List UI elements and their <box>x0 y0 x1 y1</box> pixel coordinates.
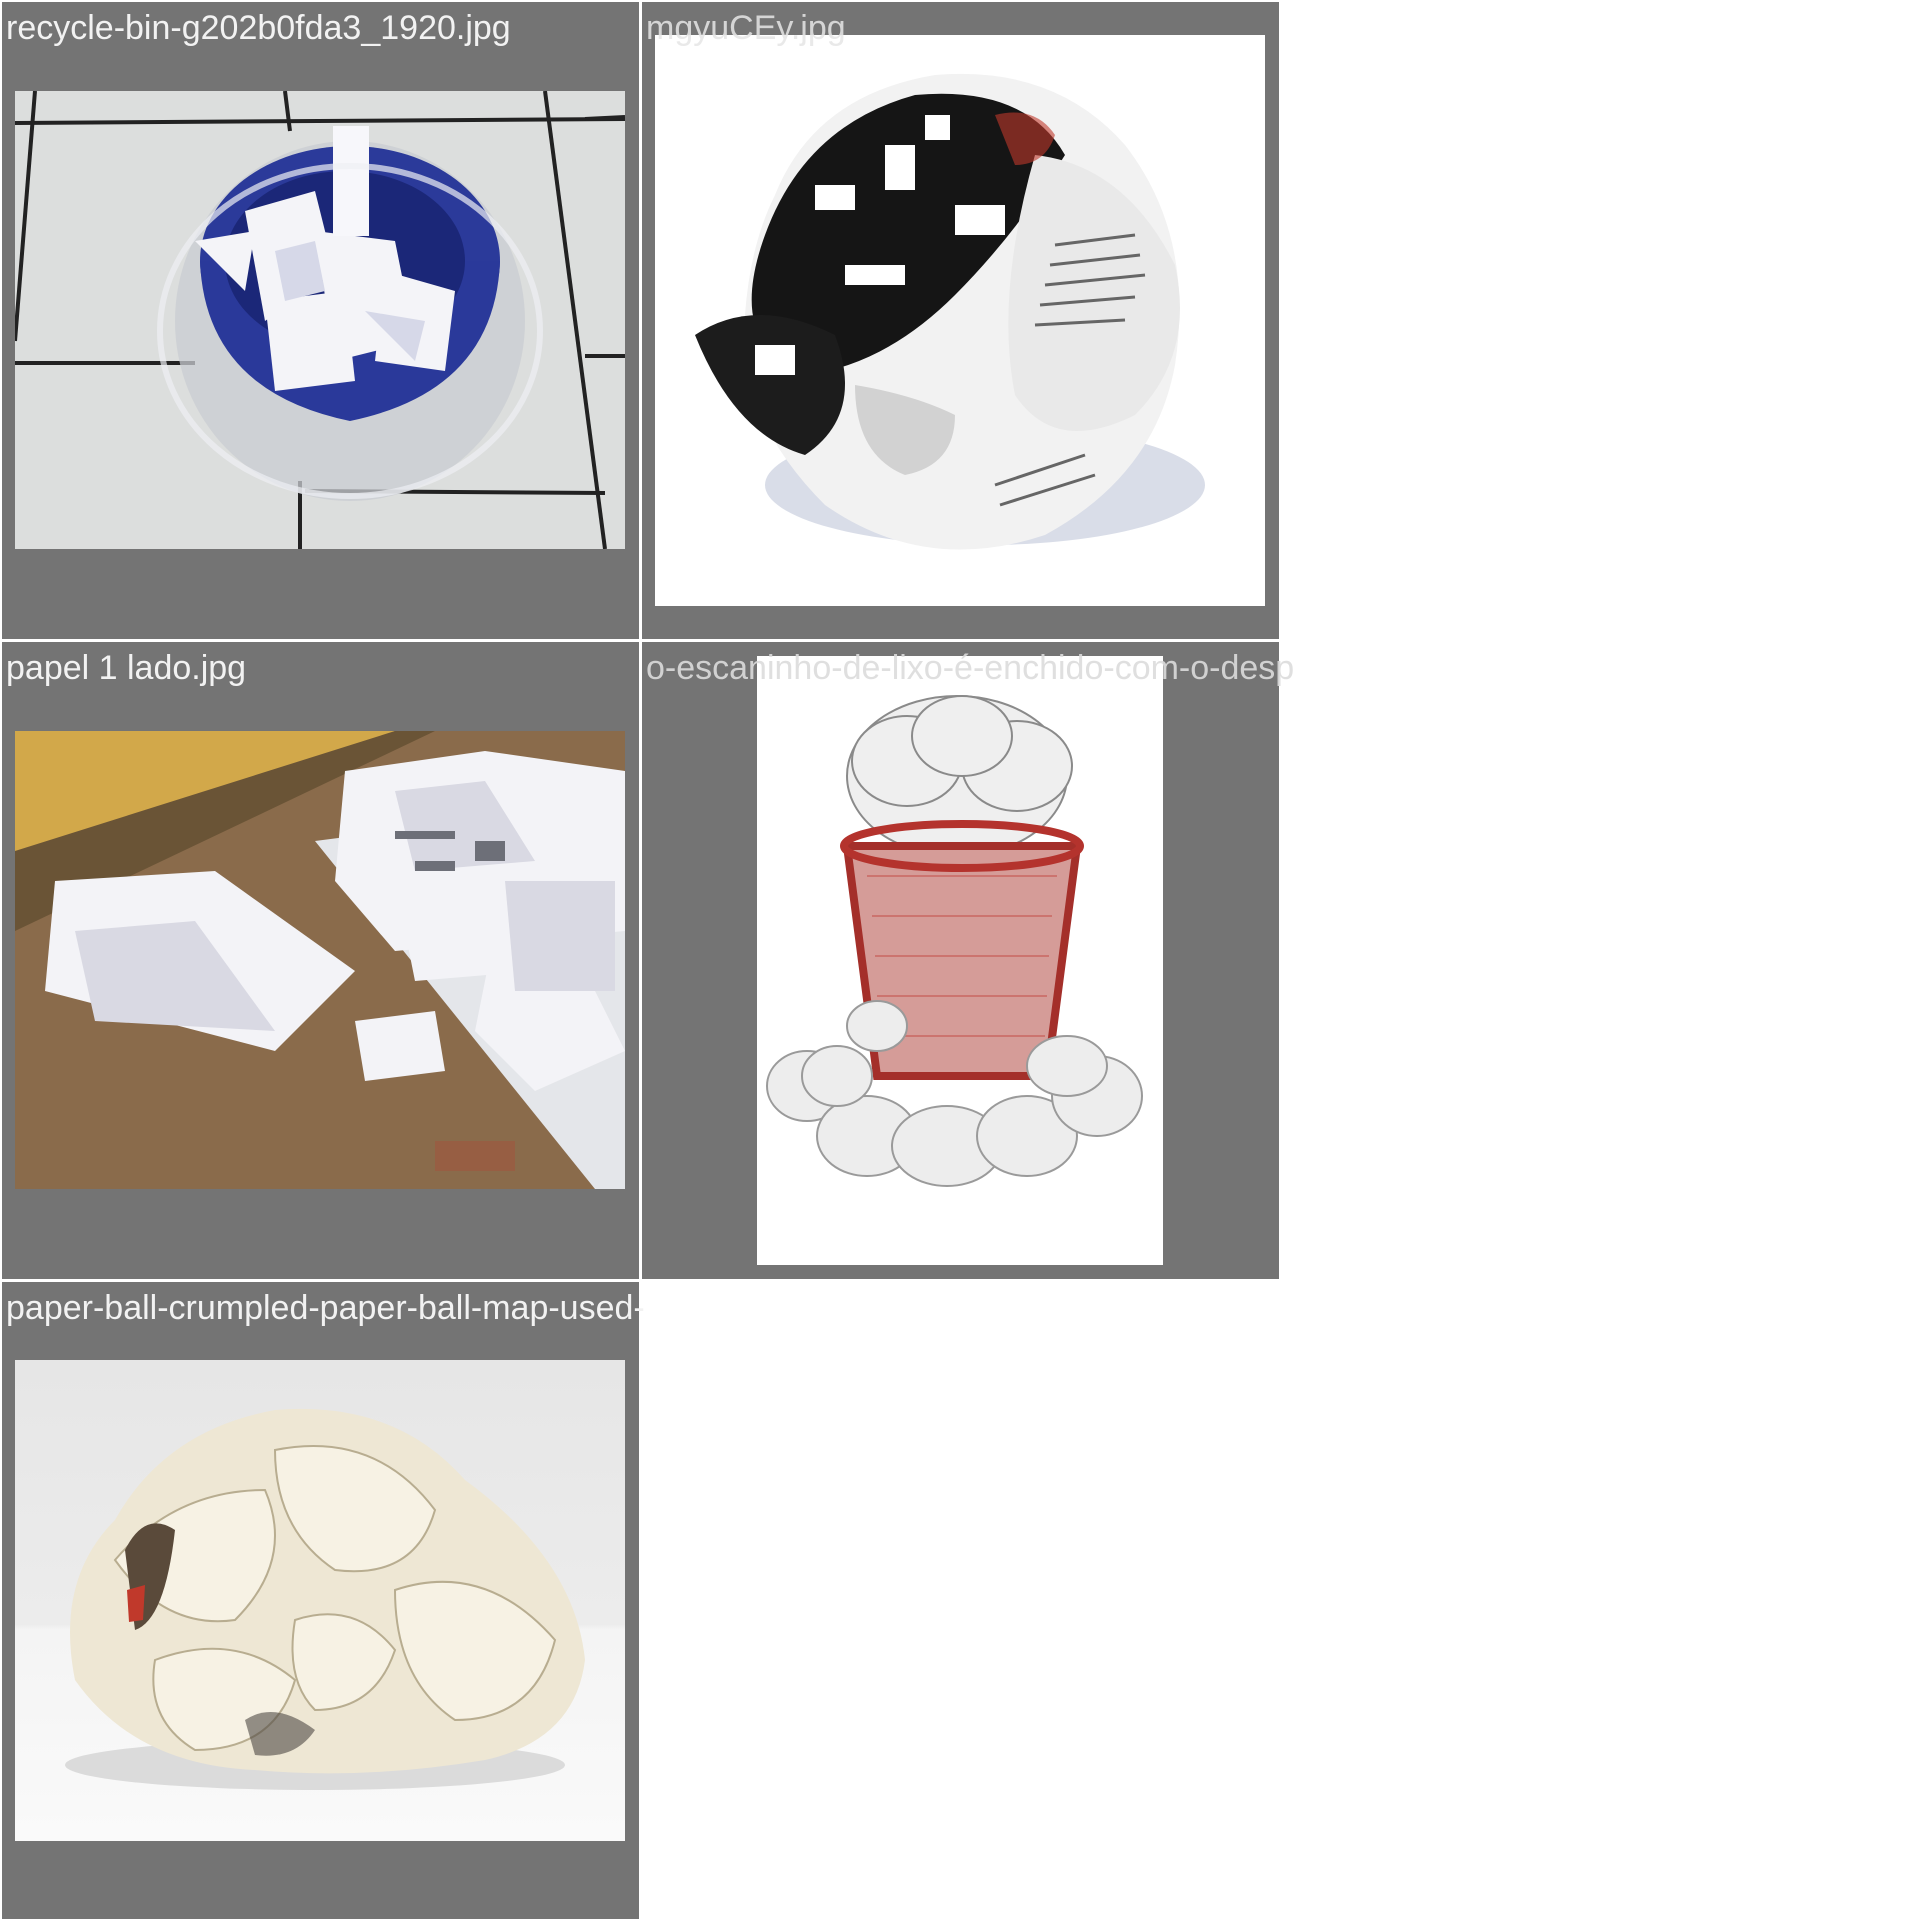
gallery-tile[interactable]: recycle-bin-g202b0fda3_1920.jpg <box>2 2 639 639</box>
newspaper-ball-thumbnail[interactable] <box>655 35 1265 606</box>
paper-floor-thumbnail[interactable] <box>15 731 625 1189</box>
trash-bin-image <box>15 91 625 549</box>
tile-filename: paper-ball-crumpled-paper-ball-map-used- <box>6 1289 645 1327</box>
red-bin-image <box>757 656 1163 1265</box>
red-bin-thumbnail[interactable] <box>757 656 1163 1265</box>
trash-bin-thumbnail[interactable] <box>15 91 625 549</box>
tile-filename: o-escaninho-de-lixo-é-enchido-com-o-desp <box>646 649 1295 687</box>
gallery-tile[interactable]: mgyuCEy.jpg <box>642 2 1279 639</box>
paper-ball-image <box>15 1360 625 1841</box>
image-gallery: recycle-bin-g202b0fda3_1920.jpg mgyuCEy.… <box>0 0 1920 1920</box>
paper-floor-image <box>15 731 625 1189</box>
tile-filename: mgyuCEy.jpg <box>646 9 846 47</box>
paper-ball-thumbnail[interactable] <box>15 1360 625 1841</box>
gallery-tile[interactable]: paper-ball-crumpled-paper-ball-map-used- <box>2 1282 645 1919</box>
tile-filename: papel 1 lado.jpg <box>6 649 247 687</box>
gallery-tile[interactable]: papel 1 lado.jpg <box>2 642 639 1279</box>
tile-filename: recycle-bin-g202b0fda3_1920.jpg <box>6 9 511 47</box>
newspaper-ball-image <box>655 35 1265 606</box>
gallery-tile[interactable]: o-escaninho-de-lixo-é-enchido-com-o-desp <box>642 642 1294 1279</box>
